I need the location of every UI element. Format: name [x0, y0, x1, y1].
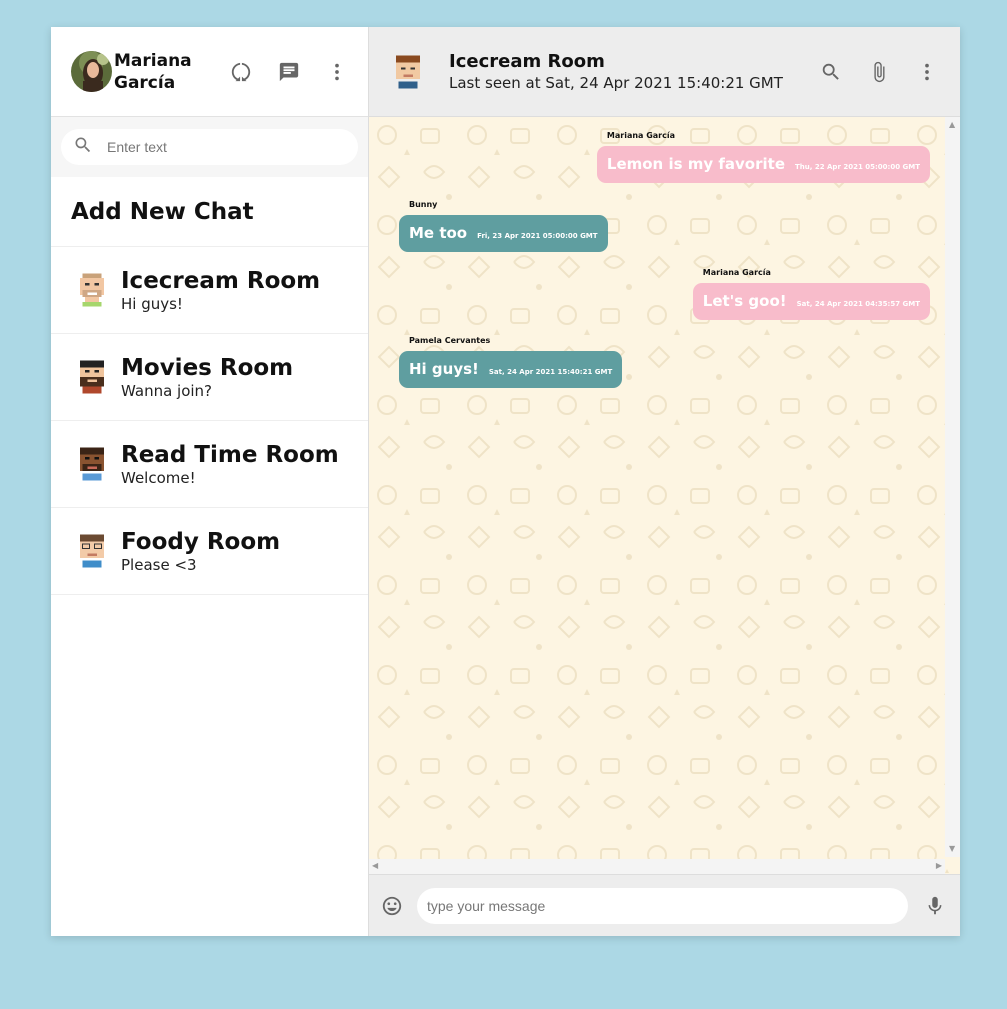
chat-app: Mariana García Enter text Add New Chat I… [51, 27, 960, 936]
room-name: Movies Room [121, 355, 294, 381]
message: Mariana García Lemon is my favorite Thu,… [596, 131, 930, 183]
room-name: Read Time Room [121, 442, 339, 468]
message-sender: Mariana García [702, 268, 771, 277]
search-icon[interactable] [818, 59, 844, 85]
message-sender: Bunny [409, 200, 438, 209]
scroll-left-arrow[interactable]: ◀ [372, 862, 378, 870]
chat-panel: Icecream Room Last seen at Sat, 24 Apr 2… [369, 27, 960, 936]
status-icon[interactable] [228, 59, 254, 85]
chat-header-actions [818, 59, 940, 85]
message: Mariana García Let's goo! Sat, 24 Apr 20… [692, 268, 930, 320]
sidebar-header-actions [228, 59, 356, 85]
message-bubble[interactable]: Me too Fri, 23 Apr 2021 05:00:00 GMT [399, 215, 608, 252]
user-name-line1: Mariana [114, 50, 192, 71]
message-time: Sat, 24 Apr 2021 15:40:21 GMT [488, 368, 613, 376]
horizontal-scrollbar[interactable]: ◀ ▶ [369, 859, 945, 874]
user-avatar[interactable] [71, 51, 112, 92]
mic-icon[interactable] [922, 893, 948, 919]
room-last-message: Please <3 [121, 556, 197, 574]
chat-header: Icecream Room Last seen at Sat, 24 Apr 2… [369, 27, 960, 117]
message-time: Sat, 24 Apr 2021 04:35:57 GMT [796, 300, 920, 308]
sidebar-header: Mariana García [51, 27, 368, 117]
chat-list-item[interactable]: Movies Room Wanna join? [51, 334, 368, 421]
chat-footer [369, 874, 960, 936]
message-text: Me too [409, 224, 468, 242]
chat-title: Icecream Room [449, 50, 605, 72]
last-seen: Last seen at Sat, 24 Apr 2021 15:40:21 G… [449, 73, 783, 92]
user-name-line2: García [114, 72, 176, 93]
message-text: Let's goo! [702, 292, 787, 310]
message-text: Hi guys! [409, 360, 479, 378]
sidebar: Mariana García Enter text Add New Chat I… [51, 27, 369, 936]
more-vert-icon[interactable] [914, 59, 940, 85]
chat-header-info: Icecream Room Last seen at Sat, 24 Apr 2… [449, 51, 783, 93]
vertical-scrollbar[interactable]: ▲ ▼ [945, 117, 960, 857]
chat-list-item[interactable]: Read Time Room Welcome! [51, 421, 368, 508]
message-bubble[interactable]: Hi guys! Sat, 24 Apr 2021 15:40:21 GMT [399, 351, 623, 388]
message: Pamela Cervantes Hi guys! Sat, 24 Apr 20… [399, 336, 623, 388]
message-input[interactable] [417, 887, 908, 924]
search-icon [73, 135, 93, 159]
message-time: Thu, 22 Apr 2021 05:00:00 GMT [795, 163, 920, 171]
scroll-up-arrow[interactable]: ▲ [949, 121, 955, 129]
user-name: Mariana García [114, 50, 214, 94]
chat-list-item[interactable]: Icecream Room Hi guys! [51, 247, 368, 334]
message-time: Fri, 23 Apr 2021 05:00:00 GMT [477, 232, 598, 240]
message-sender: Pamela Cervantes [409, 336, 491, 345]
add-new-chat-button[interactable]: Add New Chat [51, 177, 368, 247]
scroll-down-arrow[interactable]: ▼ [949, 845, 955, 853]
search-bar [51, 117, 368, 177]
room-avatar [73, 445, 111, 483]
room-last-message: Welcome! [121, 469, 196, 487]
room-avatar [73, 358, 111, 396]
message-sender: Mariana García [606, 131, 676, 140]
room-last-message: Hi guys! [121, 295, 183, 313]
message: Bunny Me too Fri, 23 Apr 2021 05:00:00 G… [399, 200, 608, 252]
room-name: Foody Room [121, 529, 281, 555]
emoji-icon[interactable] [379, 893, 405, 919]
chat-list-item[interactable]: Foody Room Please <3 [51, 508, 368, 595]
room-last-message: Wanna join? [121, 382, 213, 400]
new-chat-icon[interactable] [276, 59, 302, 85]
chat-room-avatar[interactable] [389, 53, 427, 91]
message-bubble[interactable]: Lemon is my favorite Thu, 22 Apr 2021 05… [596, 146, 930, 183]
message-text: Lemon is my favorite [606, 155, 785, 173]
attach-icon[interactable] [866, 59, 892, 85]
chat-messages[interactable]: Mariana García Lemon is my favorite Thu,… [369, 117, 960, 874]
more-vert-icon[interactable] [324, 59, 350, 85]
room-name: Icecream Room [121, 268, 321, 294]
search-box [61, 129, 358, 165]
search-input[interactable] [107, 139, 327, 155]
room-avatar [73, 532, 111, 570]
scroll-right-arrow[interactable]: ▶ [936, 862, 942, 870]
room-avatar [73, 271, 111, 309]
message-bubble[interactable]: Let's goo! Sat, 24 Apr 2021 04:35:57 GMT [692, 283, 930, 320]
